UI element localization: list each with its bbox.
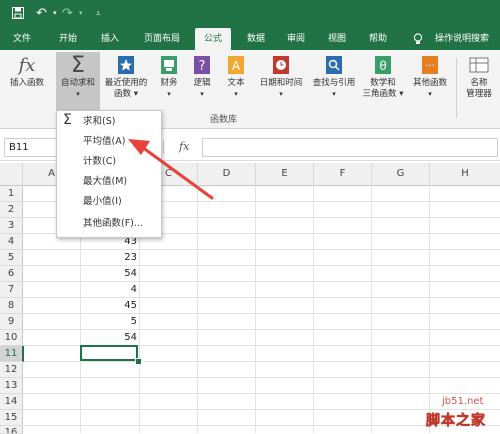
annotation-arrow xyxy=(128,139,214,200)
watermark-site: jb51.net xyxy=(442,396,484,407)
watermark-brand: 脚本之家 xyxy=(426,413,486,430)
